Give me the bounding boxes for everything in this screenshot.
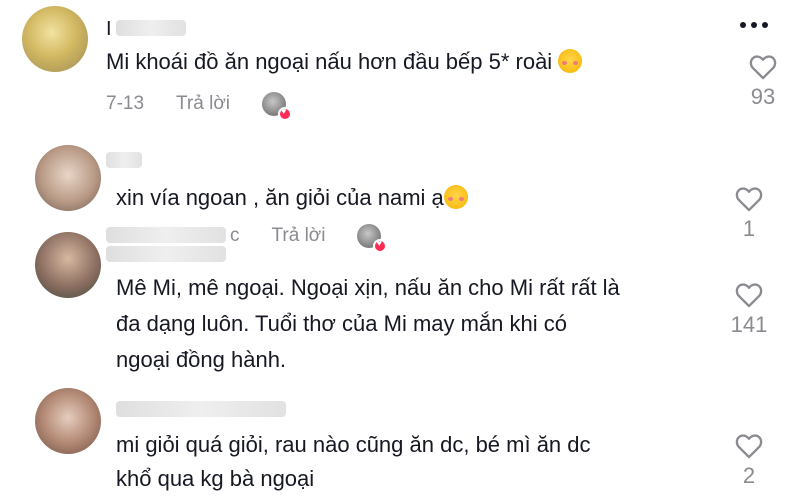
more-options-icon[interactable]: [740, 22, 768, 28]
comment-text-line: Mê Mi, mê ngoại. Ngoại xịn, nấu ăn cho M…: [116, 275, 620, 300]
comment-text: Mi khoái đồ ăn ngoại nấu hơn đầu bếp 5* …: [106, 44, 583, 80]
like-count: 141: [730, 312, 768, 337]
like-count: 93: [750, 84, 776, 109]
comment-meta: 7-13 Trả lời: [106, 92, 293, 121]
dot: [751, 22, 757, 28]
comment-text-line: đa dạng luôn. Tuổi thơ của Mi may mắn kh…: [116, 311, 567, 336]
heart-outline-icon: [749, 55, 777, 80]
comment-date: 7-13: [106, 93, 145, 114]
comment-text-line: mi giỏi quá giỏi, rau nào cũng ăn dc, bé…: [116, 432, 591, 457]
like-button[interactable]: 141: [719, 282, 779, 338]
date-blurred: [106, 227, 226, 243]
comment-text-content: xin vía ngoan , ăn giỏi của nami ạ: [116, 185, 444, 210]
creator-liked-badge-icon: [262, 92, 293, 121]
comment-date-partial: c: [230, 225, 240, 246]
username-blurred[interactable]: [106, 152, 142, 168]
creator-liked-badge-icon: [357, 224, 388, 253]
avatar[interactable]: [35, 388, 101, 454]
username-blurred[interactable]: [116, 20, 186, 36]
dot: [740, 22, 746, 28]
smiling-face-with-hearts-emoji: [443, 185, 468, 209]
heart-outline-icon: [735, 434, 763, 459]
username-blurred[interactable]: [106, 246, 226, 262]
comment-text: xin vía ngoan , ăn giỏi của nami ạ: [116, 180, 468, 216]
reply-button[interactable]: Trả lời: [272, 225, 326, 247]
comment-meta: c Trả lời: [230, 224, 388, 253]
like-count: 1: [742, 216, 756, 241]
heart-outline-icon: [735, 283, 763, 308]
avatar[interactable]: [35, 145, 101, 211]
username-partial[interactable]: I: [106, 18, 112, 41]
comment-text-content: Mi khoái đồ ăn ngoại nấu hơn đầu bếp 5* …: [106, 49, 553, 74]
reply-button[interactable]: Trả lời: [176, 93, 230, 115]
heart-outline-icon: [735, 187, 763, 212]
like-button[interactable]: 1: [719, 186, 779, 242]
comment-text-line: khổ qua kg bà ngoại: [116, 466, 315, 491]
dot: [762, 22, 768, 28]
username-blurred[interactable]: [116, 401, 286, 417]
smiling-face-with-hearts-emoji: [558, 49, 583, 73]
like-button[interactable]: 93: [733, 54, 793, 110]
comment-text-line: ngoại đồng hành.: [116, 347, 287, 372]
avatar[interactable]: [22, 6, 88, 72]
like-count: 2: [742, 463, 756, 488]
avatar[interactable]: [35, 232, 101, 298]
like-button[interactable]: 2: [719, 433, 779, 489]
